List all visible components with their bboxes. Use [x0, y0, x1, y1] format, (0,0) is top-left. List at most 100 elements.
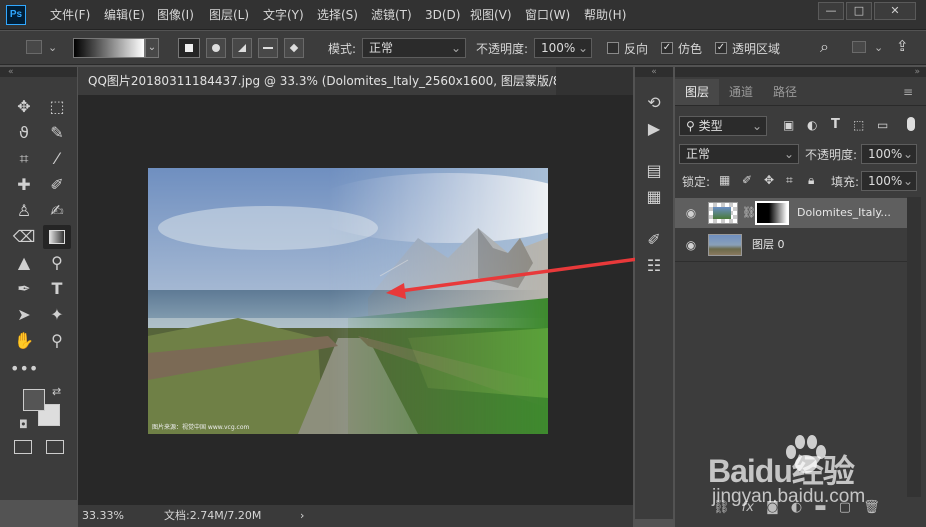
panel-menu-icon[interactable]: ≡: [903, 85, 913, 99]
chain-link-icon[interactable]: ⛓︎: [742, 198, 756, 228]
chevron-down-icon: ⌄: [577, 41, 588, 55]
opacity-input[interactable]: 100% ⌄: [534, 38, 592, 58]
tab-layers[interactable]: 图层: [675, 79, 719, 105]
menu-window[interactable]: 窗口(W): [525, 0, 570, 30]
filter-shape-icon[interactable]: ⬚: [853, 118, 864, 132]
pen-tool-icon[interactable]: ✒: [10, 277, 38, 301]
move-tool-icon[interactable]: ✥: [10, 95, 38, 119]
filter-pixel-icon[interactable]: ▣: [783, 118, 794, 132]
lasso-tool-icon[interactable]: ϑ: [10, 121, 38, 145]
libraries-panel-icon[interactable]: ▦: [640, 185, 668, 209]
search-icon[interactable]: ⌕: [820, 37, 829, 57]
menu-view[interactable]: 视图(V): [470, 0, 512, 30]
fill-input[interactable]: 100% ⌄: [861, 171, 917, 191]
crop-tool-icon[interactable]: ⌗: [10, 147, 38, 171]
transparency-checkbox[interactable]: ✓: [715, 42, 727, 54]
healing-brush-tool-icon[interactable]: ✚: [10, 173, 38, 197]
menu-select[interactable]: 选择(S): [317, 0, 358, 30]
blend-mode-select[interactable]: 正常 ⌄: [679, 144, 799, 164]
foreground-color-swatch[interactable]: [23, 389, 45, 411]
angle-gradient-button[interactable]: [232, 38, 252, 58]
visibility-eye-icon[interactable]: ◉: [682, 230, 700, 260]
blur-tool-icon[interactable]: ▲: [10, 251, 38, 275]
eyedropper-tool-icon[interactable]: ⁄: [43, 147, 71, 171]
properties-panel-icon[interactable]: ▤: [640, 159, 668, 183]
quick-select-tool-icon[interactable]: ✎: [43, 121, 71, 145]
swap-colors-icon[interactable]: ⇄: [52, 385, 61, 398]
more-tools-icon[interactable]: •••: [10, 357, 38, 381]
marquee-tool-icon[interactable]: ⬚: [43, 95, 71, 119]
zoom-tool-icon[interactable]: ⚲: [43, 329, 71, 353]
reverse-checkbox[interactable]: [607, 42, 619, 54]
type-tool-icon[interactable]: T: [43, 277, 71, 301]
tab-paths[interactable]: 路径: [765, 79, 805, 105]
menu-3d[interactable]: 3D(D): [425, 0, 460, 30]
blend-mode-value: 正常: [686, 147, 711, 161]
layer-row-dolomites[interactable]: ◉ ⛓︎ Dolomites_Italy...: [675, 198, 911, 228]
history-panel-icon[interactable]: ⟲: [640, 91, 668, 115]
menu-image[interactable]: 图像(I): [157, 0, 194, 30]
filter-toggle[interactable]: [907, 117, 915, 131]
gradient-preview[interactable]: [73, 38, 145, 58]
history-brush-tool-icon[interactable]: ✍: [43, 199, 71, 223]
panel-collapse-icon[interactable]: »: [675, 67, 926, 77]
annotation-arrow: [386, 257, 639, 299]
hand-tool-icon[interactable]: ✋: [10, 329, 38, 353]
minimize-button[interactable]: —: [818, 2, 844, 20]
layer-row-layer0[interactable]: ◉ 图层 0: [675, 230, 911, 260]
menu-type[interactable]: 文字(Y): [263, 0, 304, 30]
screen-mode-icon[interactable]: [46, 440, 64, 454]
gradient-dropdown-icon[interactable]: ⌄: [145, 38, 159, 58]
menu-filter[interactable]: 滤镜(T): [371, 0, 412, 30]
lock-transparent-icon[interactable]: ▦: [719, 173, 730, 187]
lock-pixels-icon[interactable]: ✐: [742, 173, 752, 187]
status-arrow-icon[interactable]: ›: [300, 505, 304, 527]
workspace-icon[interactable]: [852, 41, 866, 53]
close-window-button[interactable]: ✕: [874, 2, 916, 20]
quick-mask-icon[interactable]: [14, 440, 32, 454]
layer-opacity-input[interactable]: 100% ⌄: [861, 144, 917, 164]
document-tab[interactable]: QQ图片20180311184437.jpg @ 33.3% (Dolomite…: [78, 67, 556, 95]
share-icon[interactable]: ⇪: [896, 37, 909, 55]
filter-type-icon[interactable]: T: [831, 117, 840, 132]
chevron-down-icon[interactable]: ⌄: [48, 41, 57, 54]
lock-artboard-icon[interactable]: ⌗: [786, 173, 793, 188]
linear-gradient-button[interactable]: [178, 38, 200, 58]
tab-channels[interactable]: 通道: [721, 79, 761, 105]
reflected-gradient-button[interactable]: [258, 38, 278, 58]
gradient-tool-icon[interactable]: [43, 225, 71, 249]
brush-settings-icon[interactable]: ✐: [640, 228, 668, 252]
filter-smart-object-icon[interactable]: ▭: [877, 118, 888, 132]
chevron-down-icon[interactable]: ⌄: [874, 41, 883, 54]
diamond-gradient-button[interactable]: [284, 38, 304, 58]
custom-shape-tool-icon[interactable]: ✦: [43, 303, 71, 327]
visibility-eye-icon[interactable]: ◉: [682, 198, 700, 228]
menu-layer[interactable]: 图层(L): [209, 0, 249, 30]
radial-gradient-button[interactable]: [206, 38, 226, 58]
adjustments-panel-icon[interactable]: ☷: [640, 254, 668, 278]
strip-collapse-icon[interactable]: «: [635, 67, 673, 77]
gradient-tool-preset-icon[interactable]: [26, 40, 42, 54]
maximize-button[interactable]: □: [846, 2, 872, 20]
layer-thumbnail: [708, 202, 738, 224]
brush-tool-icon[interactable]: ✐: [43, 173, 71, 197]
lock-all-icon[interactable]: 🔒︎: [808, 173, 814, 188]
menu-file[interactable]: 文件(F): [50, 0, 90, 30]
clone-stamp-tool-icon[interactable]: ♙: [10, 199, 38, 223]
menu-help[interactable]: 帮助(H): [584, 0, 626, 30]
dodge-tool-icon[interactable]: ⚲: [43, 251, 71, 275]
image-watermark: 图片来源：视觉中国 www.vcg.com: [152, 424, 250, 431]
lock-position-icon[interactable]: ✥: [764, 173, 774, 187]
mode-select[interactable]: 正常 ⌄: [362, 38, 466, 58]
actions-panel-icon[interactable]: ▶: [640, 117, 668, 141]
filter-adjustment-icon[interactable]: ◐: [807, 118, 817, 132]
layer-mask-thumbnail[interactable]: [755, 201, 789, 225]
zoom-level[interactable]: 33.33%: [82, 505, 124, 527]
layer-filter-select[interactable]: ⚲ 类型 ⌄: [679, 116, 767, 136]
default-colors-icon[interactable]: ◘: [19, 418, 28, 431]
eraser-tool-icon[interactable]: ⌫: [10, 225, 38, 249]
tools-panel-collapse-icon[interactable]: «: [0, 67, 77, 77]
dither-checkbox[interactable]: ✓: [661, 42, 673, 54]
path-select-tool-icon[interactable]: ➤: [10, 303, 38, 327]
menu-edit[interactable]: 编辑(E): [104, 0, 145, 30]
